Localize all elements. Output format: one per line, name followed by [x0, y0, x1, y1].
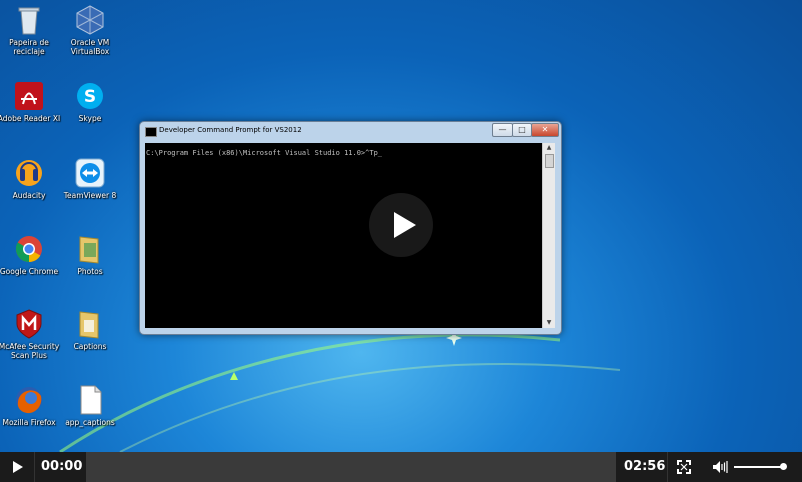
divider: [667, 452, 668, 482]
desktop-icon-label: Oracle VM VirtualBox: [70, 38, 110, 56]
play-icon: [13, 461, 23, 473]
desktop-icon-label: Captions: [73, 342, 107, 351]
desktop-icon-firefox[interactable]: Mozilla Firefox: [0, 384, 61, 427]
folder-icon: [74, 308, 106, 340]
skype-icon: S: [74, 80, 106, 112]
audacity-icon: [13, 157, 45, 189]
scroll-thumb[interactable]: [545, 154, 554, 168]
desktop-icon-label: Google Chrome: [0, 267, 59, 276]
document-icon: [74, 384, 106, 416]
desktop-icon-label: Audacity: [12, 191, 46, 200]
console-area[interactable]: C:\Program Files (x86)\Microsoft Visual …: [145, 143, 542, 328]
minimize-button[interactable]: —: [492, 123, 513, 137]
progress-bar[interactable]: [86, 452, 616, 482]
window-titlebar[interactable]: Developer Command Prompt for VS2012 — □ …: [140, 122, 561, 140]
desktop-icon-chrome[interactable]: Google Chrome: [0, 233, 61, 276]
desktop-icon-label: McAfee Security Scan Plus: [0, 342, 60, 360]
console-icon: [145, 127, 157, 137]
desktop-icon-teamviewer[interactable]: TeamViewer 8: [58, 157, 122, 200]
desktop-icon-recycle-bin[interactable]: Papeira de reciclaje: [0, 4, 61, 56]
video-control-bar: 00:00 02:56: [0, 452, 802, 482]
maximize-button[interactable]: □: [512, 123, 532, 137]
desktop-icon-label: Photos: [77, 267, 103, 276]
desktop-icon-label: Skype: [78, 114, 102, 123]
mcafee-icon: [13, 308, 45, 340]
folder-icon: [74, 233, 106, 265]
adobe-reader-icon: [13, 80, 45, 112]
desktop-icon-label: app_captions: [65, 418, 115, 427]
desktop-icon-audacity[interactable]: Audacity: [0, 157, 61, 200]
current-time: 00:00: [41, 459, 83, 474]
teamviewer-icon: [74, 157, 106, 189]
virtualbox-icon: [74, 4, 106, 36]
volume-slider-knob[interactable]: [780, 463, 787, 470]
desktop-icon-label: TeamViewer 8: [63, 191, 117, 200]
volume-icon[interactable]: [712, 460, 728, 474]
desktop-icon-label: Mozilla Firefox: [2, 418, 56, 427]
desktop-icon-photos[interactable]: Photos: [58, 233, 122, 276]
svg-text:S: S: [84, 87, 96, 107]
window-title: Developer Command Prompt for VS2012: [159, 126, 302, 134]
play-button[interactable]: [0, 452, 34, 482]
close-button[interactable]: ✕: [531, 123, 559, 137]
command-prompt-window[interactable]: Developer Command Prompt for VS2012 — □ …: [139, 121, 562, 335]
vertical-scrollbar[interactable]: ▲ ▼: [542, 143, 555, 328]
divider: [34, 452, 35, 482]
desktop-icon-skype[interactable]: S Skype: [58, 80, 122, 123]
play-icon: [394, 212, 416, 238]
desktop-icon-label: Papeira de reciclaje: [9, 38, 49, 56]
scroll-down-arrow-icon[interactable]: ▼: [543, 318, 555, 328]
volume-slider[interactable]: [734, 466, 786, 468]
desktop-icon-adobe-reader[interactable]: Adobe Reader XI: [0, 80, 61, 123]
desktop-icon-app-captions[interactable]: app_captions: [58, 384, 122, 427]
desktop-icon-virtualbox[interactable]: Oracle VM VirtualBox: [58, 4, 122, 56]
desktop-icon-mcafee[interactable]: McAfee Security Scan Plus: [0, 308, 61, 360]
big-play-button[interactable]: [369, 193, 433, 257]
firefox-icon: [13, 384, 45, 416]
recycle-bin-icon: [13, 4, 45, 36]
fullscreen-icon[interactable]: [677, 460, 691, 474]
duration: 02:56: [624, 459, 666, 474]
chrome-icon: [13, 233, 45, 265]
desktop-icon-captions[interactable]: Captions: [58, 308, 122, 351]
desktop: Papeira de reciclaje Adobe Reader XI Aud…: [0, 0, 802, 452]
desktop-icon-label: Adobe Reader XI: [0, 114, 61, 123]
scroll-up-arrow-icon[interactable]: ▲: [543, 143, 555, 153]
console-text: C:\Program Files (x86)\Microsoft Visual …: [146, 149, 383, 157]
